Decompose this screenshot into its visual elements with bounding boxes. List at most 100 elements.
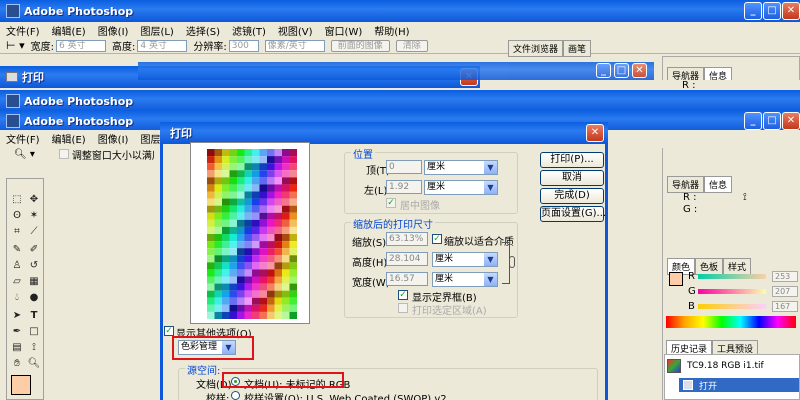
chart-swatch-cell: [237, 234, 245, 242]
r-slider-track[interactable]: [698, 274, 766, 279]
height-unit-select[interactable]: 厘米 ▼: [432, 252, 498, 267]
pen-tool-icon[interactable]: ✒: [10, 325, 24, 339]
hand-tool-icon[interactable]: ✋︎: [10, 357, 24, 371]
menu-image[interactable]: 图像(I): [92, 23, 135, 38]
blur-tool-icon[interactable]: 💧︎: [10, 291, 24, 305]
brush-tool-icon[interactable]: ✎: [10, 243, 24, 257]
width-input[interactable]: 16.57: [386, 272, 428, 286]
gradient-tool-icon[interactable]: ▦: [27, 275, 41, 289]
menu-edit-2[interactable]: 编辑(E): [46, 131, 92, 146]
top-unit-select[interactable]: 厘米 ▼: [424, 160, 498, 175]
color-spectrum-bar[interactable]: [666, 316, 796, 328]
magic-wand-tool-icon[interactable]: ✶: [27, 209, 41, 223]
cancel-button[interactable]: 取消: [540, 170, 604, 186]
print-dialog-close-button[interactable]: ✕: [586, 124, 604, 142]
notes-tool-icon[interactable]: ▤: [10, 341, 24, 355]
menu-help[interactable]: 帮助(H): [368, 23, 415, 38]
chart-swatch-cell: [207, 170, 215, 178]
chart-swatch-cell: [267, 241, 275, 249]
back-doc-close-button[interactable]: ✕: [632, 63, 647, 78]
height-input[interactable]: 4 英寸: [137, 39, 188, 52]
color-g-value[interactable]: 207: [772, 286, 798, 297]
chart-swatch-cell: [207, 184, 215, 192]
zoom-icon[interactable]: 🔍︎ ▾: [14, 149, 35, 160]
app-minimize-button[interactable]: _: [744, 112, 762, 130]
center-image-checkbox[interactable]: ✓: [386, 198, 396, 208]
show-more-options-checkbox[interactable]: ✓: [164, 326, 174, 336]
resolution-unit-select[interactable]: 像素/英寸: [264, 39, 325, 52]
chart-swatch-cell: [282, 212, 290, 220]
eraser-tool-icon[interactable]: ▱: [10, 275, 24, 289]
dodge-tool-icon[interactable]: ●: [27, 291, 41, 305]
eyedropper-tool-icon[interactable]: ⟟: [27, 341, 41, 355]
marquee-tool-icon[interactable]: ⬚: [10, 193, 24, 207]
chart-swatch-cell: [259, 269, 267, 277]
history-brush-tool-icon[interactable]: ↺: [27, 259, 41, 273]
menu-filter[interactable]: 滤镜(T): [226, 23, 272, 38]
type-tool-icon[interactable]: T: [27, 309, 41, 323]
width-unit-select[interactable]: 厘米 ▼: [432, 272, 498, 287]
menu-window[interactable]: 窗口(W): [319, 23, 369, 38]
fit-window-checkbox[interactable]: [58, 149, 69, 159]
chart-swatch-cell: [252, 191, 260, 199]
menu-select[interactable]: 选择(S): [180, 23, 226, 38]
done-button[interactable]: 完成(D): [540, 188, 604, 204]
zoom-tool-icon[interactable]: 🔍︎: [27, 357, 41, 371]
stamp-tool-icon[interactable]: ♙: [10, 259, 24, 273]
shape-tool-icon[interactable]: □: [27, 325, 41, 339]
menu-file-2[interactable]: 文件(F): [0, 131, 46, 146]
tab-info-2[interactable]: 信息: [704, 176, 733, 193]
color-b-value[interactable]: 167: [772, 301, 798, 312]
b-slider-track[interactable]: [698, 304, 766, 309]
tab-swatches[interactable]: 色板: [695, 258, 724, 275]
g-slider-track[interactable]: [698, 289, 766, 294]
width-input[interactable]: 6 英寸: [55, 39, 106, 52]
tab-navigator-2[interactable]: 导航器: [667, 176, 705, 193]
lasso-tool-icon[interactable]: ʘ: [10, 209, 24, 223]
foreground-color-swatch[interactable]: [11, 375, 31, 395]
menu-image-2[interactable]: 图像(I): [92, 131, 135, 146]
menu-layer[interactable]: 图层(L): [134, 23, 179, 38]
history-open-step[interactable]: 打开: [679, 378, 799, 392]
menu-edit[interactable]: 编辑(E): [46, 23, 92, 38]
scale-to-fit-checkbox[interactable]: ✓: [432, 234, 442, 244]
app-close-button[interactable]: ✕: [782, 112, 800, 130]
left-unit-select[interactable]: 厘米 ▼: [424, 180, 498, 195]
proof-radio[interactable]: [231, 391, 240, 400]
minimize-button[interactable]: _: [744, 2, 762, 20]
pencil-tool-icon[interactable]: ✐: [27, 243, 41, 257]
back-doc-maximize-button[interactable]: □: [614, 63, 629, 78]
crop-tool-icon-2[interactable]: ⌗: [10, 225, 24, 239]
chart-swatch-cell: [237, 177, 245, 185]
color-r-value[interactable]: 253: [772, 271, 798, 282]
path-select-tool-icon[interactable]: ➤: [10, 309, 24, 323]
chart-swatch-cell: [244, 290, 252, 298]
height-input[interactable]: 28.104: [386, 252, 428, 266]
history-snapshot-item[interactable]: TC9.18 RGB i1.tif: [667, 358, 764, 374]
tab-brushes[interactable]: 画笔: [563, 40, 592, 57]
top-input[interactable]: 0: [386, 160, 422, 174]
print-selected-area-checkbox[interactable]: [398, 303, 408, 313]
crop-tool-icon[interactable]: ⊢ ▾: [6, 39, 25, 52]
show-bounding-box-checkbox[interactable]: ✓: [398, 290, 408, 300]
slice-tool-icon[interactable]: ⟋: [27, 225, 41, 239]
menu-view[interactable]: 视图(V): [272, 23, 319, 38]
tab-file-browser[interactable]: 文件浏览器: [508, 40, 564, 57]
tab-styles[interactable]: 样式: [723, 258, 752, 275]
left-input[interactable]: 1.92: [386, 180, 422, 194]
chart-swatch-cell: [267, 311, 275, 319]
scale-input[interactable]: 63.13%: [386, 232, 428, 246]
app-maximize-button[interactable]: □: [763, 112, 781, 130]
page-setup-button[interactable]: 页面设置(G)...: [540, 206, 606, 222]
move-tool-icon[interactable]: ✥: [27, 193, 41, 207]
menu-file[interactable]: 文件(F): [0, 23, 46, 38]
clear-button[interactable]: 清除: [395, 39, 428, 52]
color-preview-swatch[interactable]: [669, 272, 683, 286]
chart-swatch-cell: [252, 212, 260, 220]
print-button[interactable]: 打印(P)...: [540, 152, 604, 168]
front-image-button[interactable]: 前面的图像: [330, 39, 390, 52]
resolution-input[interactable]: 300: [228, 39, 259, 52]
close-button[interactable]: ✕: [782, 2, 800, 20]
maximize-button[interactable]: □: [763, 2, 781, 20]
back-doc-minimize-button[interactable]: _: [596, 63, 611, 78]
